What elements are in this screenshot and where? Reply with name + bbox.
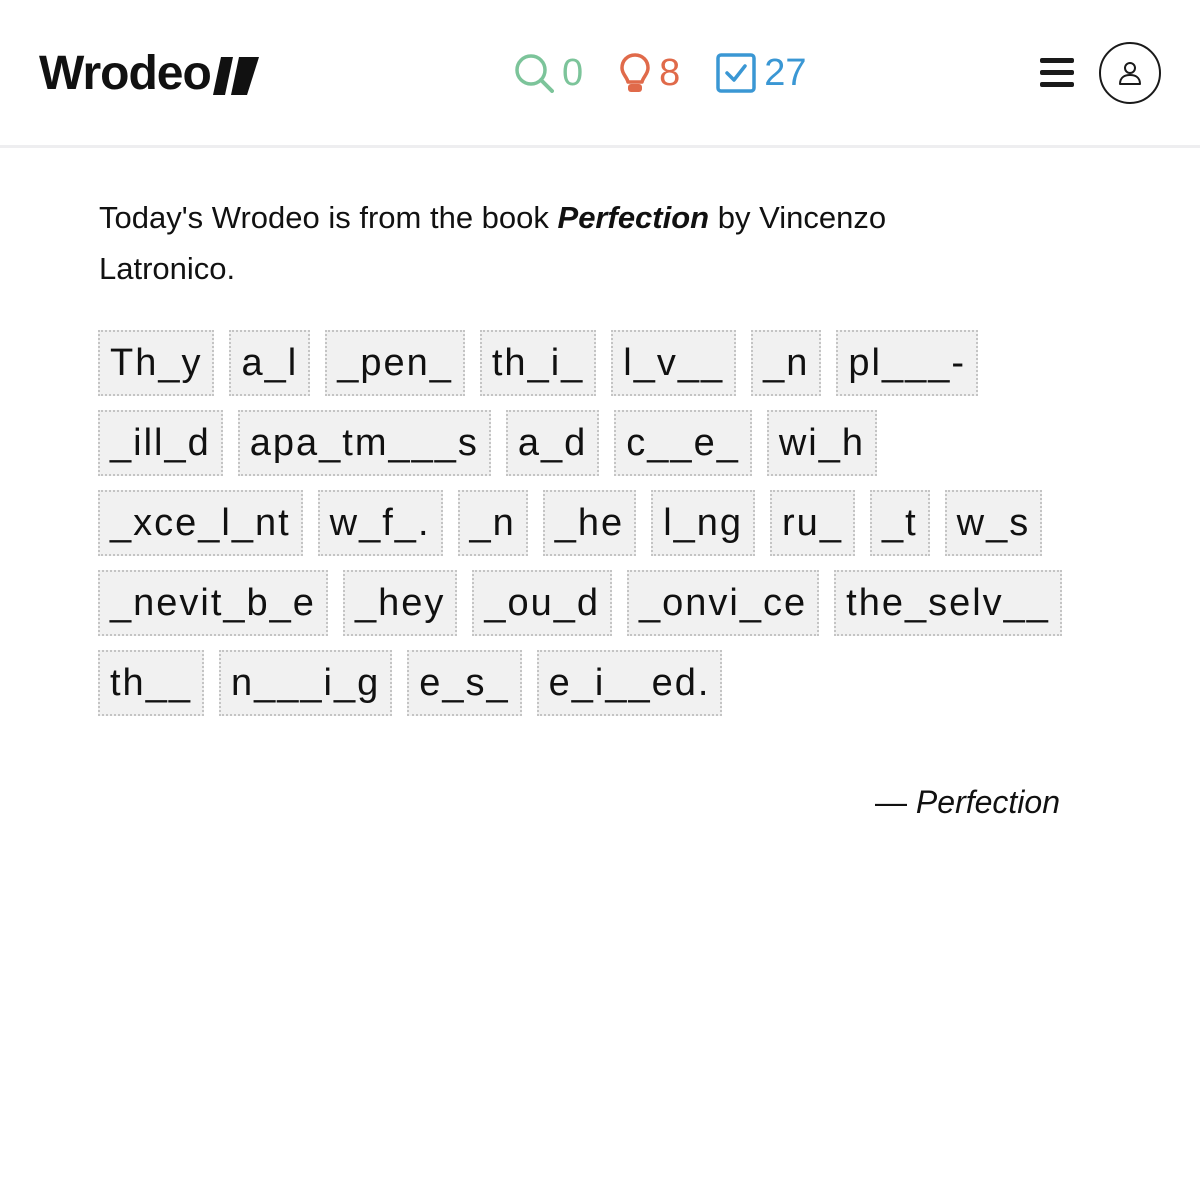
word-tile[interactable]: c__e_	[614, 410, 752, 476]
word-tile[interactable]: a_l	[229, 330, 311, 396]
hint-stat[interactable]: 8	[619, 52, 680, 94]
word-tile[interactable]: n___i_g	[218, 650, 393, 716]
intro-author-surname: Latronico.	[99, 251, 236, 286]
word-tile[interactable]: l_v__	[611, 330, 737, 396]
word-tile[interactable]: th_i_	[479, 330, 597, 396]
checkbox-icon	[716, 53, 757, 93]
attribution-title: Perfection	[915, 784, 1060, 820]
puzzle-row: th__ n___i_g e_s_ e_i__ed.	[98, 650, 1078, 716]
profile-button[interactable]	[1099, 42, 1161, 104]
puzzle-row: _nevit_b_e _hey _ou_d _onvi_ce the_selv__	[98, 570, 1078, 636]
word-tile[interactable]: _pen_	[325, 330, 465, 396]
book-title: Perfection	[557, 200, 710, 235]
puzzle-grid: Th_y a_l _pen_ th_i_ l_v__ _n pl___- _ill_d apa_…	[98, 330, 1078, 730]
word-tile[interactable]: apa_tm___s	[237, 410, 491, 476]
solved-count: 27	[764, 52, 807, 94]
hint-count: 8	[659, 52, 681, 94]
wrodeo-logo[interactable]: Wrodeo	[39, 48, 259, 100]
quote-attribution: — Perfection	[875, 782, 1060, 822]
puzzle-row: Th_y a_l _pen_ th_i_ l_v__ _n pl___-	[98, 330, 1078, 396]
hamburger-menu-button[interactable]	[1040, 58, 1076, 90]
search-count: 0	[562, 52, 584, 94]
logo-text: Wrodeo	[39, 47, 212, 100]
top-bar: Wrodeo 0 8 27	[0, 0, 1200, 148]
puzzle-row: _ill_d apa_tm___s a_d c__e_ wi_h	[98, 410, 1078, 476]
solved-stat[interactable]: 27	[716, 52, 807, 94]
logo-mark-icon	[212, 57, 259, 95]
hamburger-line	[1040, 82, 1074, 87]
word-tile[interactable]: the_selv__	[834, 570, 1062, 636]
puzzle-intro: Today's Wrodeo is from the book Perfecti…	[99, 192, 999, 294]
word-tile[interactable]: ru_	[770, 490, 855, 556]
stats-bar: 0 8 27	[514, 52, 843, 94]
word-tile[interactable]: pl___-	[836, 330, 979, 396]
word-tile[interactable]: _hey	[342, 570, 458, 636]
search-icon	[515, 54, 554, 93]
word-tile[interactable]: _nevit_b_e	[98, 570, 328, 636]
word-tile[interactable]: _t	[869, 490, 930, 556]
word-tile[interactable]: a_d	[505, 410, 600, 476]
word-tile[interactable]: w_f_.	[317, 490, 443, 556]
lightbulb-icon	[620, 53, 650, 92]
hamburger-menu-icon	[1040, 58, 1074, 63]
word-tile[interactable]: _onvi_ce	[627, 570, 820, 636]
word-tile[interactable]: _n	[457, 490, 528, 556]
puzzle-row: _xce_l_nt w_f_. _n _he l_ng ru_ _t w_s	[98, 490, 1078, 556]
word-tile[interactable]: Th_y	[98, 330, 215, 396]
word-tile[interactable]: _xce_l_nt	[98, 490, 303, 556]
word-tile[interactable]: _ou_d	[472, 570, 613, 636]
word-tile[interactable]: l_ng	[651, 490, 756, 556]
word-tile[interactable]: e_i__ed.	[536, 650, 723, 716]
intro-author: by Vincenzo	[709, 200, 887, 235]
word-tile[interactable]: th__	[98, 650, 204, 716]
user-icon	[1119, 62, 1141, 85]
word-tile[interactable]: _he	[542, 490, 637, 556]
word-tile[interactable]: e_s_	[407, 650, 522, 716]
attribution-dash: —	[875, 784, 916, 820]
intro-prefix: Today's Wrodeo is from the book	[99, 200, 558, 235]
search-stat[interactable]: 0	[514, 52, 583, 94]
word-tile[interactable]: _n	[751, 330, 822, 396]
hamburger-line	[1040, 70, 1074, 75]
word-tile[interactable]: wi_h	[766, 410, 877, 476]
word-tile[interactable]: _ill_d	[98, 410, 223, 476]
word-tile[interactable]: w_s	[944, 490, 1043, 556]
